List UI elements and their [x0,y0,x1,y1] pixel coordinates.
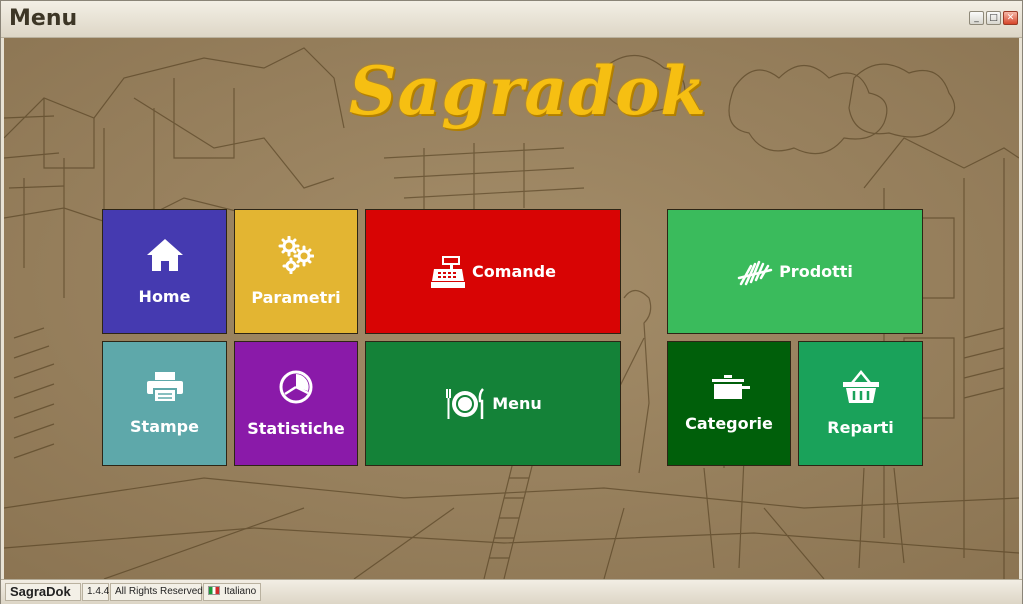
window-controls: _ □ ✕ [969,11,1018,25]
sagradok-logo: Sagradok [349,52,708,130]
prodotti-tile[interactable]: Prodotti [667,209,923,334]
reparti-label: Reparti [827,418,894,437]
cash-register-icon [431,255,466,288]
close-button[interactable]: ✕ [1003,11,1018,25]
pie-chart-icon [279,370,313,404]
categorie-tile[interactable]: Categorie [667,341,791,466]
comande-tile[interactable]: Comande [365,209,621,334]
minimize-icon: _ [974,12,979,23]
status-app-name: SagraDok [5,583,81,601]
statistiche-label: Statistiche [247,419,345,438]
parametri-label: Parametri [251,288,341,307]
status-rights: All Rights Reserved [110,583,203,601]
app-window: Menu _ □ ✕ Sagradok Home Parametri Coman… [0,0,1023,604]
printer-icon [146,372,183,403]
stampe-tile[interactable]: Stampe [102,341,227,466]
minimize-button[interactable]: _ [969,11,984,25]
close-icon: ✕ [1006,12,1015,23]
maximize-icon: □ [989,12,998,23]
menu-label: Menu [492,394,542,413]
home-label: Home [138,287,191,306]
title-bar[interactable]: Menu _ □ ✕ [1,1,1022,38]
main-panel: Sagradok Home Parametri Comande Prodotti… [4,38,1019,579]
plate-cutlery-icon [446,387,485,419]
categorie-label: Categorie [685,414,773,433]
maximize-button[interactable]: □ [986,11,1001,25]
window-title: Menu [9,6,78,31]
stampe-label: Stampe [130,417,199,436]
home-icon [146,239,183,271]
comande-label: Comande [472,262,556,281]
status-bar: SagraDok 1.4.4 All Rights Reserved Itali… [1,579,1022,604]
status-language[interactable]: Italiano [203,583,261,601]
pot-icon [712,375,750,399]
reparti-tile[interactable]: Reparti [798,341,923,466]
basket-icon [842,370,879,403]
parametri-tile[interactable]: Parametri [234,209,358,334]
menu-tile[interactable]: Menu [365,341,621,466]
italian-flag-icon [208,586,220,595]
home-tile[interactable]: Home [102,209,227,334]
status-language-label: Italiano [224,586,257,597]
status-version: 1.4.4 [82,583,109,601]
fries-icon [737,260,773,285]
prodotti-label: Prodotti [779,262,853,281]
statistiche-tile[interactable]: Statistiche [234,341,358,466]
gears-icon [278,236,314,274]
